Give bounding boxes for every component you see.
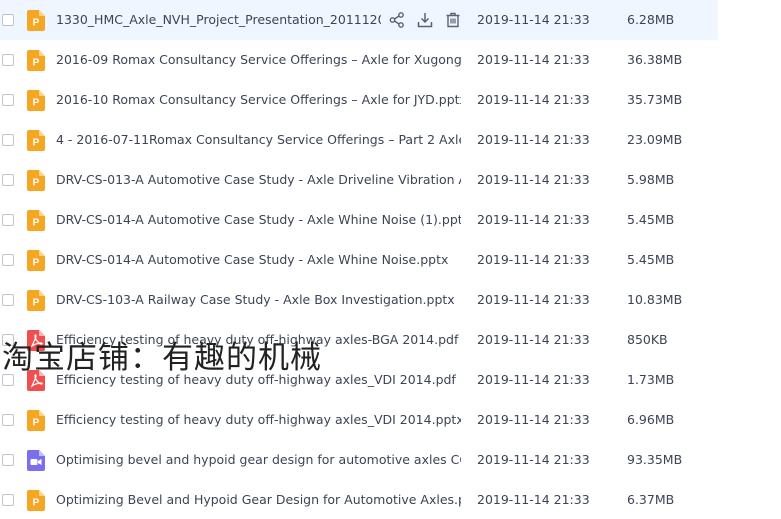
svg-text:P: P (33, 58, 40, 69)
svg-text:P: P (33, 178, 40, 189)
file-size: 5.98MB (627, 172, 675, 187)
svg-text:P: P (33, 298, 40, 309)
row-checkbox[interactable] (2, 414, 14, 426)
file-size: 850KB (627, 332, 668, 347)
file-name[interactable]: 2016-09 Romax Consultancy Service Offeri… (56, 52, 461, 68)
ppt-file-icon: P (27, 210, 45, 231)
ppt-file-icon: P (27, 250, 45, 271)
file-row[interactable]: P Efficiency testing of heavy duty off-hi… (0, 400, 781, 440)
file-row[interactable]: P Optimizing Bevel and Hypoid Gear Design… (0, 480, 781, 519)
delete-icon[interactable] (444, 11, 462, 29)
file-size: 5.45MB (627, 252, 675, 267)
svg-text:P: P (33, 138, 40, 149)
row-checkbox[interactable] (2, 214, 14, 226)
file-date: 2019-11-14 21:33 (477, 132, 590, 147)
ppt-file-icon: P (27, 130, 45, 151)
file-date: 2019-11-14 21:33 (477, 252, 590, 267)
file-row[interactable]: P DRV-CS-014-A Automotive Case Study - Ax… (0, 240, 781, 280)
row-actions (388, 11, 462, 29)
file-size: 1.73MB (627, 372, 675, 387)
file-size: 6.96MB (627, 412, 675, 427)
pdf-file-icon (27, 370, 45, 391)
svg-text:P: P (33, 498, 40, 509)
file-name[interactable]: 1330_HMC_Axle_NVH_Project_Presentation_2… (56, 12, 381, 28)
svg-text:P: P (33, 18, 40, 29)
file-size: 6.28MB (627, 12, 675, 27)
ppt-file-icon: P (27, 490, 45, 511)
file-row[interactable]: P DRV-CS-103-A Railway Case Study - Axle … (0, 280, 781, 320)
row-checkbox[interactable] (2, 374, 14, 386)
row-checkbox[interactable] (2, 294, 14, 306)
file-size: 36.38MB (627, 52, 683, 67)
file-date: 2019-11-14 21:33 (477, 492, 590, 507)
file-name[interactable]: DRV-CS-103-A Railway Case Study - Axle B… (56, 292, 461, 308)
file-name[interactable]: DRV-CS-013-A Automotive Case Study - Axl… (56, 172, 461, 188)
file-row[interactable]: P 2016-09 Romax Consultancy Service Offer… (0, 40, 781, 80)
row-checkbox[interactable] (2, 54, 14, 66)
file-date: 2019-11-14 21:33 (477, 52, 590, 67)
file-date: 2019-11-14 21:33 (477, 412, 590, 427)
svg-text:P: P (33, 258, 40, 269)
file-row[interactable]: Efficiency testing of heavy duty off-hig… (0, 320, 781, 360)
file-date: 2019-11-14 21:33 (477, 372, 590, 387)
file-row[interactable]: P DRV-CS-013-A Automotive Case Study - Ax… (0, 160, 781, 200)
file-name[interactable]: Efficiency testing of heavy duty off-hig… (56, 412, 461, 428)
share-icon[interactable] (388, 11, 406, 29)
file-name[interactable]: DRV-CS-014-A Automotive Case Study - Axl… (56, 212, 461, 228)
file-list: P 1330_HMC_Axle_NVH_Project_Presentation_… (0, 0, 781, 519)
svg-text:P: P (33, 418, 40, 429)
video-file-icon (27, 450, 45, 471)
file-row[interactable]: Efficiency testing of heavy duty off-hig… (0, 360, 781, 400)
file-date: 2019-11-14 21:33 (477, 92, 590, 107)
file-size: 23.09MB (627, 132, 683, 147)
row-checkbox[interactable] (2, 174, 14, 186)
ppt-file-icon: P (27, 170, 45, 191)
file-name[interactable]: Efficiency testing of heavy duty off-hig… (56, 372, 461, 388)
file-row[interactable]: P 2016-10 Romax Consultancy Service Offer… (0, 80, 781, 120)
file-size: 10.83MB (627, 292, 683, 307)
svg-text:P: P (33, 218, 40, 229)
row-checkbox[interactable] (2, 254, 14, 266)
ppt-file-icon: P (27, 410, 45, 431)
file-name[interactable]: Efficiency testing of heavy duty off-hig… (56, 332, 461, 348)
row-checkbox[interactable] (2, 494, 14, 506)
file-row[interactable]: P 4 - 2016-07-11Romax Consultancy Service… (0, 120, 781, 160)
ppt-file-icon: P (27, 10, 45, 31)
row-checkbox[interactable] (2, 454, 14, 466)
file-date: 2019-11-14 21:33 (477, 332, 590, 347)
file-name[interactable]: 4 - 2016-07-11Romax Consultancy Service … (56, 132, 461, 148)
file-date: 2019-11-14 21:33 (477, 212, 590, 227)
file-size: 35.73MB (627, 92, 683, 107)
file-name[interactable]: 2016-10 Romax Consultancy Service Offeri… (56, 92, 461, 108)
ppt-file-icon: P (27, 90, 45, 111)
file-row[interactable]: Optimising bevel and hypoid gear design … (0, 440, 781, 480)
row-checkbox[interactable] (2, 334, 14, 346)
file-row[interactable]: P DRV-CS-014-A Automotive Case Study - Ax… (0, 200, 781, 240)
row-checkbox[interactable] (2, 14, 14, 26)
file-date: 2019-11-14 21:33 (477, 292, 590, 307)
file-date: 2019-11-14 21:33 (477, 452, 590, 467)
svg-text:P: P (33, 98, 40, 109)
file-size: 6.37MB (627, 492, 675, 507)
row-checkbox[interactable] (2, 134, 14, 146)
file-date: 2019-11-14 21:33 (477, 172, 590, 187)
download-icon[interactable] (416, 11, 434, 29)
ppt-file-icon: P (27, 50, 45, 71)
file-size: 5.45MB (627, 212, 675, 227)
file-date: 2019-11-14 21:33 (477, 12, 590, 27)
file-name[interactable]: DRV-CS-014-A Automotive Case Study - Axl… (56, 252, 461, 268)
file-name[interactable]: Optimising bevel and hypoid gear design … (56, 452, 461, 468)
file-size: 93.35MB (627, 452, 683, 467)
file-name[interactable]: Optimizing Bevel and Hypoid Gear Design … (56, 492, 461, 508)
file-row[interactable]: P 1330_HMC_Axle_NVH_Project_Presentation_… (0, 0, 781, 40)
ppt-file-icon: P (27, 290, 45, 311)
pdf-file-icon (27, 330, 45, 351)
row-checkbox[interactable] (2, 94, 14, 106)
